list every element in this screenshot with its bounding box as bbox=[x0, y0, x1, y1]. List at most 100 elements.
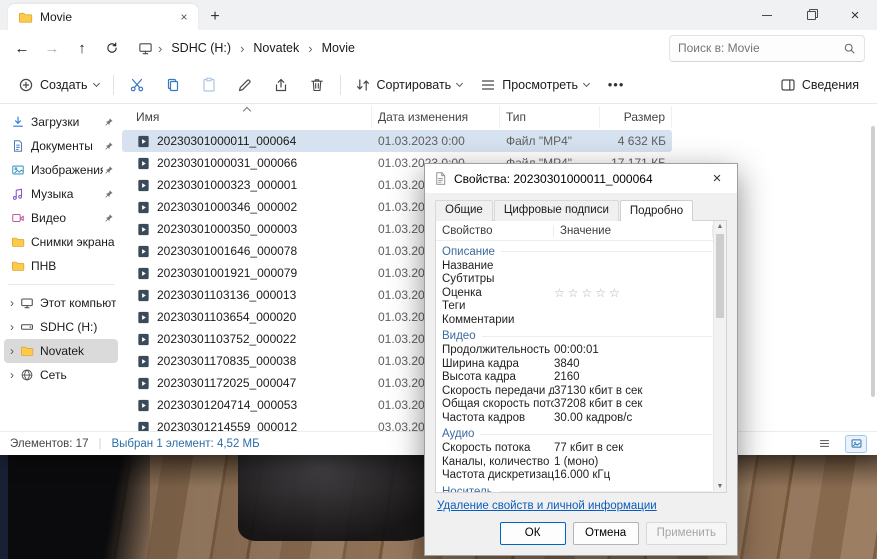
more-button[interactable]: ••• bbox=[599, 70, 633, 100]
vertical-scrollbar[interactable] bbox=[869, 126, 876, 427]
mp4-file-icon bbox=[136, 266, 151, 281]
dialog-scrollbar[interactable]: ▲ ▼ bbox=[713, 221, 726, 492]
sort-button[interactable]: Сортировать bbox=[347, 70, 471, 100]
scrollbar-thumb[interactable] bbox=[871, 126, 875, 397]
chevron-right-icon[interactable]: › bbox=[10, 297, 19, 309]
dialog-scrollbar-thumb[interactable] bbox=[716, 234, 724, 318]
breadcrumb-folder[interactable]: Novatek bbox=[247, 38, 305, 58]
details-view-button[interactable] bbox=[813, 435, 835, 453]
property-row[interactable]: Частота дискретизации16.000 кГц bbox=[438, 469, 712, 483]
status-divider: | bbox=[98, 438, 101, 450]
chevron-right-icon[interactable]: › bbox=[10, 369, 19, 381]
column-header-type[interactable]: Тип bbox=[500, 106, 600, 128]
view-button[interactable]: Просмотреть bbox=[472, 70, 597, 100]
property-value: 16.000 кГц bbox=[554, 469, 712, 481]
scroll-up-icon[interactable]: ▲ bbox=[714, 223, 726, 230]
restore-button[interactable] bbox=[789, 0, 833, 30]
copy-button[interactable] bbox=[156, 70, 190, 100]
cut-icon bbox=[129, 77, 145, 93]
up-button[interactable]: ↑ bbox=[68, 34, 96, 62]
sidebar-item[interactable]: ›Novatek bbox=[4, 339, 118, 363]
new-button[interactable]: Создать bbox=[10, 70, 107, 100]
screen-edge-strip bbox=[0, 455, 8, 559]
sidebar-item[interactable]: Загрузки bbox=[4, 110, 118, 134]
file-name: 20230301204714_000053 bbox=[157, 398, 297, 412]
chevron-right-icon[interactable]: › bbox=[10, 321, 19, 333]
property-row[interactable]: Теги bbox=[438, 300, 712, 314]
mp4-file-icon bbox=[136, 200, 151, 215]
file-row[interactable]: 20230301000011_00006401.03.2023 0:00Файл… bbox=[122, 130, 672, 152]
refresh-button[interactable] bbox=[98, 34, 126, 62]
sidebar-item[interactable]: Видео bbox=[4, 206, 118, 230]
forward-button[interactable]: → bbox=[38, 34, 66, 62]
file-name: 20230301214559_000012 bbox=[157, 420, 297, 431]
sidebar-item[interactable]: Снимки экрана bbox=[4, 230, 118, 254]
remove-properties-link[interactable]: Удаление свойств и личной информации bbox=[437, 500, 657, 512]
column-header-date[interactable]: Дата изменения bbox=[372, 106, 500, 128]
sidebar-item[interactable]: Музыка bbox=[4, 182, 118, 206]
cut-button[interactable] bbox=[120, 70, 154, 100]
chevron-right-icon[interactable]: › bbox=[10, 345, 19, 357]
breadcrumb-current[interactable]: Movie bbox=[316, 38, 361, 58]
property-row[interactable]: Ширина кадра3840 bbox=[438, 357, 712, 371]
mp4-file-icon bbox=[136, 420, 151, 432]
drive-icon bbox=[19, 319, 35, 335]
explorer-tab[interactable]: Movie × bbox=[8, 4, 198, 30]
property-row[interactable]: Общая скорость потока37208 кбит в сек bbox=[438, 398, 712, 412]
property-row[interactable]: Комментарии bbox=[438, 313, 712, 327]
column-header-name[interactable]: Имя bbox=[122, 106, 372, 128]
property-row[interactable]: Частота кадров30.00 кадров/с bbox=[438, 411, 712, 425]
this-pc-icon[interactable] bbox=[136, 41, 155, 56]
ok-button[interactable]: ОК bbox=[500, 522, 566, 545]
rename-button[interactable] bbox=[228, 70, 262, 100]
delete-button[interactable] bbox=[300, 70, 334, 100]
cancel-button[interactable]: Отмена bbox=[573, 522, 639, 545]
sidebar-item[interactable]: Документы bbox=[4, 134, 118, 158]
property-row[interactable]: Скорость потока77 кбит в сек bbox=[438, 442, 712, 456]
property-row[interactable]: Скорость передачи данных37130 кбит в сек bbox=[438, 384, 712, 398]
breadcrumb-separator: › bbox=[157, 41, 163, 56]
column-header-size[interactable]: Размер bbox=[600, 106, 672, 128]
chevron-down-icon bbox=[92, 79, 99, 86]
minimize-button[interactable] bbox=[745, 0, 789, 30]
paste-button[interactable] bbox=[192, 70, 226, 100]
property-row[interactable]: Высота кадра2160 bbox=[438, 371, 712, 385]
back-button[interactable]: ← bbox=[8, 34, 36, 62]
sidebar-item[interactable]: ›Сеть bbox=[4, 363, 118, 387]
sort-label: Сортировать bbox=[377, 78, 452, 92]
sidebar-divider bbox=[8, 284, 114, 285]
thumbnail-view-button[interactable] bbox=[845, 435, 867, 453]
share-button[interactable] bbox=[264, 70, 298, 100]
property-row[interactable]: Каналы, количество1 (моно) bbox=[438, 455, 712, 469]
property-row[interactable]: Оценка☆☆☆☆☆ bbox=[438, 286, 712, 300]
tab-title: Movie bbox=[40, 10, 169, 24]
dialog-tab[interactable]: Общие bbox=[435, 200, 493, 221]
sidebar-item[interactable]: ›Этот компьютер bbox=[4, 291, 118, 315]
tab-close-icon[interactable]: × bbox=[176, 9, 192, 25]
close-button[interactable]: × bbox=[833, 0, 877, 30]
property-column-header[interactable]: Свойство bbox=[436, 225, 554, 237]
dialog-tab[interactable]: Подробно bbox=[620, 200, 693, 221]
sidebar-item[interactable]: ПНВ bbox=[4, 254, 118, 278]
new-tab-button[interactable]: + bbox=[202, 4, 228, 30]
sidebar-item[interactable]: ›SDHC (H:) bbox=[4, 315, 118, 339]
dialog-close-button[interactable]: × bbox=[697, 164, 737, 193]
value-column-header[interactable]: Значение bbox=[554, 225, 713, 237]
breadcrumb-drive[interactable]: SDHC (H:) bbox=[165, 38, 237, 58]
property-name: Частота кадров bbox=[438, 412, 554, 424]
property-row[interactable]: Продолжительность00:00:01 bbox=[438, 344, 712, 358]
details-pane-button[interactable]: Сведения bbox=[772, 70, 867, 100]
file-name: 20230301000350_000003 bbox=[157, 222, 297, 236]
mp4-file-icon bbox=[136, 222, 151, 237]
properties-file-icon bbox=[433, 171, 448, 186]
pictures-icon bbox=[10, 162, 26, 178]
column-headers: Имя Дата изменения Тип Размер bbox=[122, 106, 672, 128]
scroll-down-icon[interactable]: ▼ bbox=[714, 483, 726, 490]
property-row[interactable]: Название bbox=[438, 259, 712, 273]
apply-button[interactable]: Применить bbox=[646, 522, 727, 545]
sidebar-item[interactable]: Изображения bbox=[4, 158, 118, 182]
search-input[interactable] bbox=[678, 41, 837, 55]
network-icon bbox=[19, 367, 35, 383]
dialog-tab[interactable]: Цифровые подписи bbox=[494, 200, 619, 221]
property-row[interactable]: Субтитры bbox=[438, 273, 712, 287]
